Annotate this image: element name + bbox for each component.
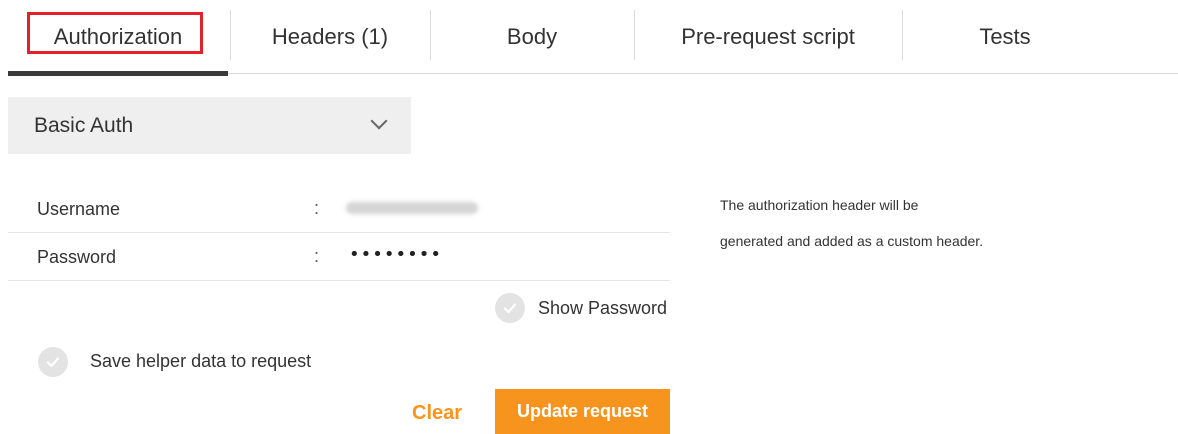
show-password-label[interactable]: Show Password: [538, 298, 667, 319]
password-row: Password : ••••••••: [8, 233, 670, 281]
save-helper-label[interactable]: Save helper data to request: [90, 351, 311, 372]
auth-type-dropdown[interactable]: Basic Auth: [8, 97, 411, 154]
check-circle-icon: [46, 357, 60, 368]
tab-label: Headers (1): [271, 23, 389, 49]
tab-label: Tests: [979, 23, 1031, 49]
password-label: Password: [37, 247, 117, 267]
show-password-checkbox[interactable]: [495, 293, 525, 323]
tab-body[interactable]: Body: [430, 0, 634, 73]
chevron-down-icon: [370, 112, 388, 130]
tab-tests[interactable]: Tests: [902, 0, 1108, 73]
tab-headers[interactable]: Headers (1): [230, 0, 430, 73]
clear-button[interactable]: Clear: [412, 402, 462, 425]
tab-label: Body: [506, 23, 558, 49]
check-circle-icon: [503, 303, 517, 314]
help-text-line-2: generated and added as a custom header.: [720, 233, 984, 249]
tab-pre-request-script[interactable]: Pre-request script: [634, 0, 902, 73]
save-helper-checkbox[interactable]: [38, 347, 68, 377]
auth-type-label: Basic Auth: [34, 113, 134, 137]
password-input[interactable]: ••••••••: [349, 244, 442, 265]
highlight-annotation: [27, 12, 203, 54]
username-row: Username :: [8, 185, 670, 233]
username-label: Username: [37, 199, 121, 219]
update-request-button[interactable]: Update request: [495, 389, 670, 434]
tab-label: Pre-request script: [681, 23, 855, 49]
username-colon: :: [314, 198, 320, 218]
help-text-line-1: The authorization header will be: [720, 197, 919, 213]
username-redacted-value: [346, 202, 478, 214]
password-colon: :: [314, 246, 320, 266]
